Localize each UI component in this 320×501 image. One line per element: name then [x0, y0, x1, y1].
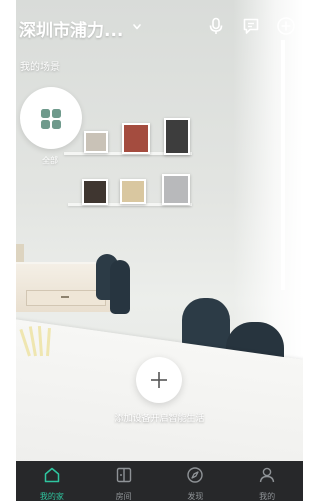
room-icon	[116, 467, 131, 483]
nav-label: 我的	[259, 492, 276, 501]
background-picture-frame	[120, 179, 146, 204]
chevron-down-icon[interactable]	[132, 22, 142, 32]
nav-item-discover[interactable]: 发现	[160, 461, 232, 501]
discover-icon	[187, 467, 204, 483]
microphone-icon[interactable]	[206, 16, 226, 36]
home-icon	[44, 467, 60, 483]
background-chair	[110, 260, 130, 314]
add-device-hint: 添加设备开启智能生活	[114, 414, 205, 424]
add-circle-icon[interactable]	[276, 16, 296, 36]
app-screen: 深圳市浦力... 我的场景 全部 添加设备开启智能生活 我的家 房间 发现 我的	[16, 0, 303, 501]
top-bar: 深圳市浦力...	[16, 10, 303, 42]
nav-item-home[interactable]: 我的家	[16, 461, 88, 501]
message-icon[interactable]	[241, 16, 261, 36]
location-title[interactable]: 深圳市浦力...	[19, 16, 123, 41]
plus-icon	[151, 372, 167, 388]
scene-all-button[interactable]	[20, 87, 82, 149]
bottom-nav: 我的家 房间 发现 我的	[16, 461, 303, 501]
nav-item-profile[interactable]: 我的	[231, 461, 303, 501]
profile-icon	[259, 467, 275, 483]
background-window-frame	[281, 40, 285, 290]
grid-icon	[41, 109, 61, 129]
nav-item-room[interactable]: 房间	[88, 461, 160, 501]
background-pencils	[19, 318, 56, 357]
background-picture-frame	[164, 118, 190, 155]
nav-label: 房间	[115, 492, 132, 501]
scene-all-label: 全部	[42, 156, 58, 165]
nav-label: 我的家	[39, 492, 64, 501]
background-picture-frame	[84, 131, 108, 153]
background-picture-frame	[82, 179, 108, 205]
background-picture-frame	[122, 123, 150, 154]
background-picture-frame	[162, 174, 190, 205]
scene-section-label: 我的场景	[20, 62, 60, 73]
add-device-button[interactable]	[136, 357, 182, 403]
nav-label: 发现	[187, 492, 204, 501]
